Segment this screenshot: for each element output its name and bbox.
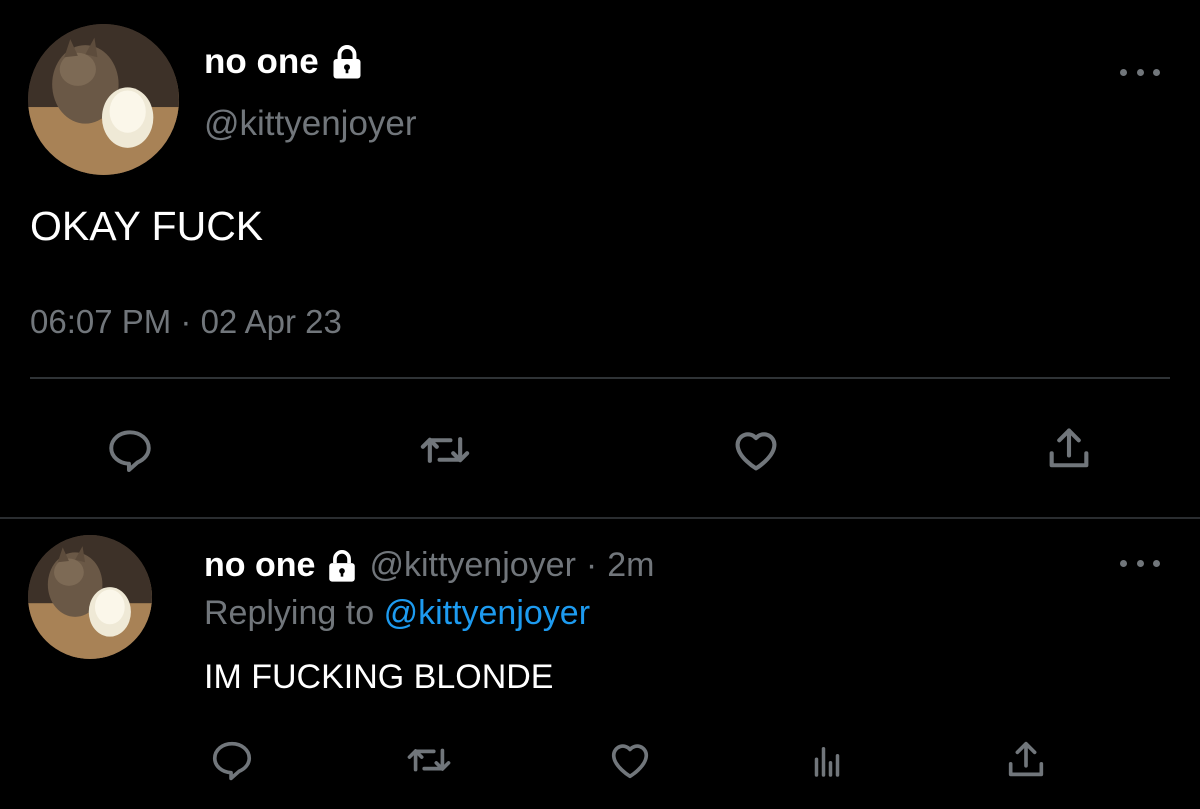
like-icon[interactable]: [604, 736, 656, 784]
divider: [0, 517, 1200, 519]
like-icon[interactable]: [725, 423, 787, 477]
share-icon[interactable]: [1040, 421, 1098, 477]
tweet-text: OKAY FUCK: [30, 203, 264, 249]
share-icon[interactable]: [1000, 736, 1052, 784]
timestamp[interactable]: 06:07 PM · 02 Apr 23: [30, 303, 342, 341]
replying-to: Replying to @kittyenjoyer: [204, 594, 590, 633]
retweet-icon[interactable]: [400, 736, 458, 784]
lock-icon: [329, 44, 365, 80]
avatar[interactable]: [28, 24, 179, 175]
mention-link[interactable]: @kittyenjoyer: [384, 594, 590, 632]
reply-icon[interactable]: [100, 423, 160, 477]
separator: ·: [585, 546, 598, 584]
display-name[interactable]: no one: [204, 546, 315, 585]
tweet-thread: no one @kittyenjoyer OKAY FUCK 06:07 PM …: [0, 0, 1200, 809]
cat-avatar-image: [28, 24, 179, 175]
divider: [30, 377, 1170, 379]
reply-header: no one @kittyenjoyer · 2m: [204, 546, 654, 585]
more-options-icon[interactable]: [1120, 553, 1160, 573]
handle[interactable]: @kittyenjoyer: [204, 104, 417, 144]
retweet-icon[interactable]: [412, 423, 478, 477]
reply-icon[interactable]: [206, 736, 258, 784]
handle[interactable]: @kittyenjoyer: [369, 546, 575, 585]
tweet-text: IM FUCKING BLONDE: [204, 658, 554, 696]
views-icon[interactable]: [804, 738, 850, 784]
avatar[interactable]: [28, 535, 152, 659]
more-options-icon[interactable]: [1120, 62, 1160, 82]
tweet-age[interactable]: 2m: [607, 546, 654, 585]
cat-avatar-image: [28, 535, 152, 659]
replying-prefix: Replying to: [204, 594, 375, 632]
lock-icon: [325, 549, 359, 583]
display-name-row: no one: [204, 42, 365, 82]
display-name[interactable]: no one: [204, 42, 319, 82]
